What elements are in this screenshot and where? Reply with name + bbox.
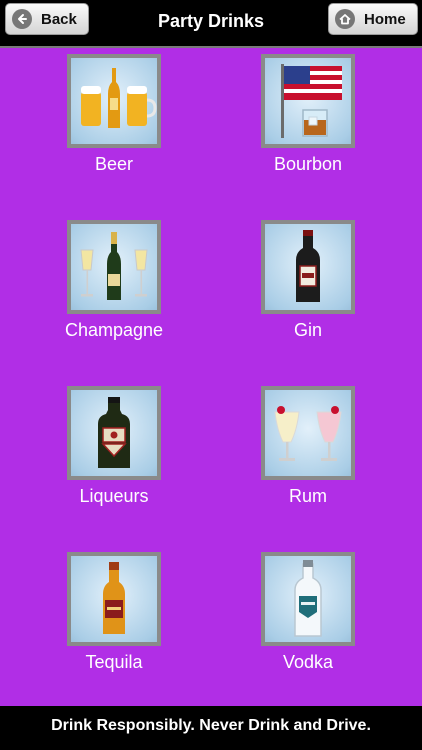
tequila-icon	[67, 552, 161, 646]
rum-cocktail-icon	[261, 386, 355, 480]
drink-label: Tequila	[85, 652, 143, 672]
footer-banner: Drink Responsibly. Never Drink and Drive…	[0, 706, 422, 750]
home-button[interactable]: Home	[328, 3, 418, 35]
home-button-label: Home	[364, 10, 406, 28]
gin-icon	[261, 220, 355, 314]
drinks-grid: Beer Bourbon Champagne Gin Liqueurs Rum …	[0, 48, 422, 706]
top-bar: Back Party Drinks Home	[0, 0, 422, 46]
drink-label: Bourbon	[273, 154, 343, 174]
drink-label: Vodka	[282, 652, 334, 672]
bourbon-icon	[261, 54, 355, 148]
drink-label: Gin	[293, 320, 322, 340]
drink-label: Beer	[94, 154, 134, 174]
liqueur-icon	[67, 386, 161, 480]
drink-label: Rum	[288, 486, 327, 506]
home-icon	[335, 9, 355, 29]
champagne-icon	[67, 220, 161, 314]
beer-icon	[67, 54, 161, 148]
drink-label: Champagne	[64, 320, 164, 340]
vodka-icon	[261, 552, 355, 646]
drink-label: Liqueurs	[79, 486, 149, 506]
